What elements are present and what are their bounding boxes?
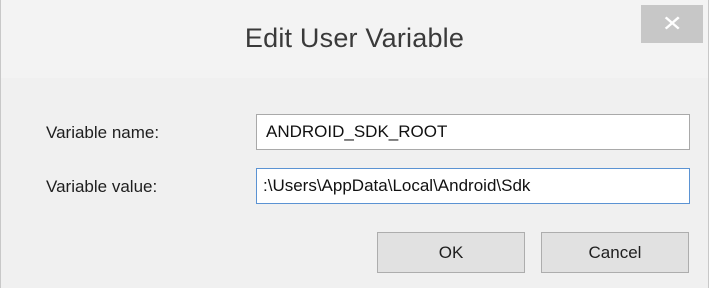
dialog-body: Variable name: ANDROID_SDK_ROOT Variable… <box>1 78 708 288</box>
ok-button[interactable]: OK <box>377 232 525 273</box>
variable-name-field[interactable]: ANDROID_SDK_ROOT <box>256 114 690 150</box>
dialog-title: Edit User Variable <box>244 23 465 53</box>
cancel-button[interactable]: Cancel <box>541 232 689 273</box>
edit-user-variable-dialog: Edit User Variable ✕ Variable name: ANDR… <box>0 0 709 288</box>
variable-value-label: Variable value: <box>46 177 158 196</box>
close-icon: ✕ <box>661 11 683 36</box>
title-bar[interactable]: Edit User Variable ✕ <box>1 0 708 78</box>
close-button[interactable]: ✕ <box>641 5 703 43</box>
variable-value-field[interactable]: :\Users\AppData\Local\Android\Sdk <box>256 168 690 204</box>
variable-name-label: Variable name: <box>46 123 160 142</box>
